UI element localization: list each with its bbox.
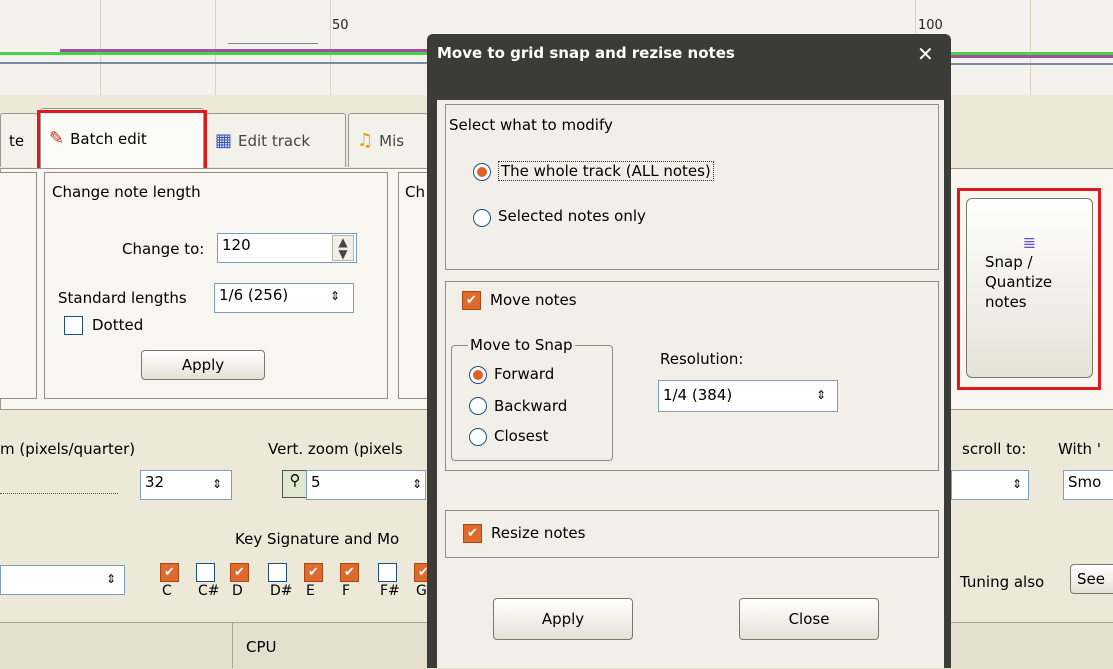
dotted-label: Dotted [92,316,144,334]
resize-notes-checkbox[interactable]: ✔ [463,524,482,543]
note-label: D# [270,583,293,599]
note-label: D [232,583,243,599]
zoom-icon[interactable]: ⚲ [282,470,308,498]
v-zoom-label: Vert. zoom (pixels [268,440,403,458]
note-checkbox[interactable]: ✔ [340,563,359,582]
note-label: G [416,583,427,599]
quantize-icon: ≣ [1022,233,1037,252]
tab-note[interactable]: te [0,113,38,167]
change-to-spinner[interactable]: ▲ ▼ [332,235,354,261]
resize-notes-label[interactable]: Resize notes [491,524,585,542]
track-line-short [228,43,318,44]
backward-radio[interactable] [469,397,487,415]
forward-radio[interactable] [469,366,487,384]
status-divider [232,622,233,668]
apply-length-button[interactable]: Apply [141,350,265,380]
closest-radio[interactable] [469,428,487,446]
note-label: C [162,583,172,599]
note-label: E [306,583,315,599]
track-line-purple [60,49,430,52]
spinner-icon[interactable]: ⇕ [330,289,340,303]
group-title: Ch [403,183,427,201]
tab-misc[interactable]: ♫ Mis [348,113,428,167]
note-checkbox[interactable] [196,563,215,582]
group-title: Change note length [50,183,203,201]
note-label: F# [380,583,400,599]
move-notes-label[interactable]: Move notes [490,291,577,309]
tuning-label: Tuning also [960,573,1045,591]
note-checkbox[interactable]: ✔ [160,563,179,582]
with-label: With ' [1058,440,1101,458]
whole-track-radio[interactable] [473,163,491,181]
tab-label: Mis [379,131,405,150]
key-signature-title: Key Signature and Mo [235,530,400,548]
smooth-select[interactable]: Smo [1063,470,1113,500]
apply-button[interactable]: Apply [493,598,633,640]
tab-edit-track[interactable]: ▦ Edit track [206,113,346,167]
grid-line [215,0,216,95]
v-zoom-input[interactable]: 5 [306,470,426,500]
prev-group [0,172,37,399]
track-line-dashed [950,63,1113,65]
scroll-to-label: scroll to: [962,440,1027,458]
spinner-icon[interactable]: ⇕ [106,572,116,586]
track-line-dashed [0,62,430,64]
see-button[interactable]: See [1070,564,1113,594]
tab-label: Edit track [238,131,311,150]
other-group [398,172,430,399]
resolution-label: Resolution: [660,350,744,368]
note-checkbox[interactable]: ✔ [304,563,323,582]
note-label: F [342,583,351,599]
selected-notes-radio[interactable] [473,209,491,227]
grid-line [1030,0,1031,95]
spinner-icon[interactable]: ⇕ [1012,477,1022,491]
grid-line [330,0,331,95]
select-modify-title: Select what to modify [449,116,613,134]
spinner-icon[interactable]: ⇕ [212,477,222,491]
note-label: C# [198,583,220,599]
note-checkbox[interactable] [378,563,397,582]
music-note-icon: ♫ [357,130,374,151]
change-to-label: Change to: [122,240,205,258]
grid-line [100,0,101,95]
move-notes-checkbox[interactable]: ✔ [462,291,481,310]
standard-lengths-label: Standard lengths [58,289,187,307]
note-checkbox[interactable]: ✔ [230,563,249,582]
backward-label[interactable]: Backward [494,397,567,415]
edit-track-icon: ▦ [215,130,233,151]
highlight-batch-edit [37,110,207,172]
track-line-green [0,52,430,55]
selected-notes-label[interactable]: Selected notes only [498,207,646,225]
resolution-select[interactable]: 1/4 (384) [658,380,838,412]
close-icon[interactable]: ✕ [917,42,934,66]
bar-number: 100 [918,18,943,33]
whole-track-label[interactable]: The whole track (ALL notes) [498,161,714,181]
h-zoom-slider[interactable] [0,485,118,494]
note-checkbox[interactable] [268,563,287,582]
forward-label[interactable]: Forward [494,365,554,383]
bar-number: 50 [332,18,349,33]
closest-label[interactable]: Closest [494,427,549,445]
snap-quantize-button[interactable]: ≣ Snap / Quantize notes [966,198,1093,378]
track-line-purple [950,55,1113,58]
cpu-label: CPU [246,638,277,656]
spinner-icon[interactable]: ⇕ [816,388,826,402]
dotted-checkbox[interactable] [64,316,83,335]
spinner-icon[interactable]: ⇕ [412,477,422,491]
dialog-title: Move to grid snap and rezise notes [437,44,735,62]
h-zoom-label: m (pixels/quarter) [0,440,136,458]
close-button[interactable]: Close [739,598,879,640]
move-to-snap-title: Move to Snap [468,336,575,354]
tab-label: te [9,131,25,150]
